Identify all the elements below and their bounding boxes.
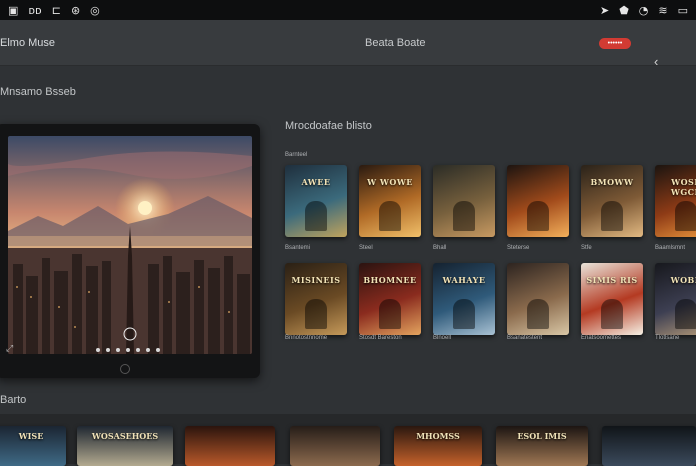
home-button[interactable] [120, 364, 130, 374]
hero-cityscape-image[interactable] [8, 136, 252, 354]
hero-expand-icon[interactable]: ⤢ [6, 343, 13, 354]
poster-title: SIMIS RIS [586, 275, 638, 285]
bottom-movie-poster[interactable]: ESOL IMIS [496, 426, 588, 466]
poster-figure [379, 299, 401, 329]
poster-figure [379, 201, 401, 231]
status-right-icon: ≋ [658, 3, 668, 17]
bottom-movie-poster[interactable]: MHOMSS [394, 426, 482, 466]
poster-caption: Stfe [581, 245, 592, 251]
poster-figure [527, 299, 549, 329]
poster-caption: Stosdt Bareston [359, 335, 402, 341]
poster-caption: Bsantemi [285, 245, 311, 251]
bottom-poster-title: MHOMSS [416, 431, 460, 441]
pager-dot[interactable] [136, 348, 140, 352]
bottom-poster-title: ESOL IMIS [517, 431, 567, 441]
status-right-icon: ➤ [599, 3, 610, 17]
poster-caption: Enatsoomettes [581, 335, 622, 341]
poster-caption: Baamlsmnt [655, 245, 686, 251]
poster-title: BMOWW [590, 177, 634, 187]
app-title: Elmo Muse [0, 37, 56, 49]
bottom-movie-poster[interactable] [602, 426, 696, 466]
status-right-icon: ◔ [638, 3, 649, 17]
movie-poster[interactable] [507, 165, 569, 237]
status-left-icon: ▣ [8, 3, 19, 17]
bottom-poster-title: WISE [18, 431, 44, 441]
poster-caption: Bnnotostnnome [285, 335, 328, 341]
movie-poster[interactable]: MISINEIS [285, 263, 347, 335]
poster-title: AWEE [301, 177, 331, 187]
status-right-icon: ⬟ [619, 3, 629, 17]
poster-figure [675, 201, 696, 231]
section-title-bottom: Barto [0, 394, 27, 406]
status-left-icon: ᴅᴅ [28, 3, 42, 17]
system-status-bar: ▣ ᴅᴅ ⊏ ⊛ ◎ ➤ ⬟ ◔ ≋ ▭ [0, 0, 696, 20]
bottom-movie-poster[interactable]: WOSASEHOES [77, 426, 173, 466]
poster-figure [305, 201, 327, 231]
status-right-icons: ➤ ⬟ ◔ ≋ ▭ [600, 4, 688, 17]
bottom-movie-poster[interactable] [290, 426, 380, 466]
poster-title: MISINEIS [291, 275, 341, 285]
poster-title: WOSE WGCE [670, 177, 696, 197]
header-action-badge[interactable]: •••••• [599, 38, 631, 49]
poster-title: BHOMNEE [363, 275, 417, 285]
app-header: Elmo Muse Beata Boate ‹ [0, 20, 696, 69]
header-center-title: Beata Boate [365, 37, 426, 49]
movie-poster[interactable] [507, 263, 569, 335]
poster-title: WAHAYE [442, 275, 486, 285]
section-title-top: Mnsamo Bsseb [0, 86, 76, 98]
movie-poster[interactable]: WAHAYE [433, 263, 495, 335]
movie-poster[interactable]: WOSE WGCE [655, 165, 696, 237]
poster-figure [453, 299, 475, 329]
poster-figure [453, 201, 475, 231]
status-left-icons: ▣ ᴅᴅ ⊏ ⊛ ◎ [8, 4, 100, 17]
grid-subtitle: Barnteel [285, 152, 308, 158]
poster-title: WOBE [670, 275, 696, 285]
poster-caption: Bhall [433, 245, 447, 251]
hero-cityscape-art [8, 136, 252, 354]
movie-poster[interactable]: SIMIS RIS [581, 263, 643, 335]
bottom-movie-poster[interactable]: WISE [0, 426, 66, 466]
poster-caption: Steel [359, 245, 373, 251]
poster-caption: Tlotlsane [655, 335, 680, 341]
pager-dot[interactable] [156, 348, 160, 352]
poster-figure [305, 299, 327, 329]
poster-caption: Steterse [507, 245, 530, 251]
movie-poster[interactable]: BHOMNEE [359, 263, 421, 335]
poster-figure [601, 201, 623, 231]
status-left-icon: ◎ [90, 3, 100, 17]
movie-poster[interactable]: WOBE [655, 263, 696, 335]
poster-figure [601, 299, 623, 329]
movie-poster[interactable]: BMOWW [581, 165, 643, 237]
status-right-icon: ▭ [677, 3, 688, 17]
movie-poster[interactable] [433, 165, 495, 237]
status-left-icon: ⊏ [51, 3, 61, 17]
movie-poster[interactable]: AWEE [285, 165, 347, 237]
hero-pager-dots[interactable] [96, 348, 160, 352]
chevron-left-icon[interactable]: ‹ [654, 54, 658, 69]
poster-caption: Blnoell [433, 335, 452, 341]
pager-dot[interactable] [126, 348, 130, 352]
pager-dot[interactable] [106, 348, 110, 352]
pager-dot[interactable] [96, 348, 100, 352]
movie-poster[interactable]: W WOWE [359, 165, 421, 237]
poster-figure [527, 201, 549, 231]
poster-figure [675, 299, 696, 329]
status-left-icon: ⊛ [70, 3, 81, 17]
pager-dot[interactable] [146, 348, 150, 352]
poster-caption: Bsanatestent [507, 335, 543, 341]
hero-tablet[interactable]: ⤢ [0, 124, 260, 378]
bottom-poster-title: WOSASEHOES [91, 431, 159, 441]
pager-dot[interactable] [116, 348, 120, 352]
poster-title: W WOWE [367, 177, 413, 187]
section-title-grid: Mrocdoafae blisto [285, 120, 372, 132]
bottom-movie-poster[interactable] [185, 426, 275, 466]
